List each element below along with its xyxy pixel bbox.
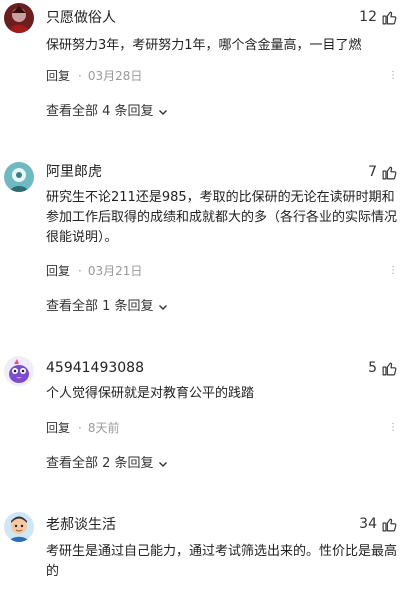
comment-time: 8天前 bbox=[87, 421, 120, 435]
meta-separator: · bbox=[78, 421, 82, 435]
comment-meta: 回复 · 03月28日 bbox=[46, 68, 142, 84]
comment-item: 只愿做俗人 12 保研努力3年，考研努力1年，哪个含金量高，一目了燃 回复 · … bbox=[0, 0, 416, 130]
like-count: 34 bbox=[359, 516, 377, 532]
avatar-cartoon-bird-icon bbox=[4, 356, 34, 386]
view-all-replies-button[interactable]: 查看全部 4 条回复 bbox=[46, 104, 169, 120]
comment-username[interactable]: 老郝谈生活 bbox=[46, 516, 116, 534]
thumbs-up-icon bbox=[382, 10, 397, 24]
avatar[interactable] bbox=[4, 356, 34, 386]
meta-separator: · bbox=[78, 69, 82, 83]
reply-button[interactable]: 回复 bbox=[46, 420, 70, 436]
thumbs-up-icon bbox=[382, 165, 397, 179]
like-button[interactable]: 5 bbox=[368, 359, 398, 377]
thumbs-up-icon bbox=[382, 517, 397, 531]
avatar[interactable] bbox=[4, 162, 34, 192]
view-all-replies-label: 查看全部 1 条回复 bbox=[46, 299, 154, 314]
comment-text: 考研生是通过自己能力，通过考试筛选出来的。性价比是最高的 bbox=[46, 544, 398, 579]
like-button[interactable]: 34 bbox=[359, 515, 398, 533]
like-count: 5 bbox=[368, 360, 377, 376]
reply-button[interactable]: 回复 bbox=[46, 68, 70, 84]
more-icon[interactable]: ⋮ bbox=[388, 422, 398, 433]
comment-text: 个人觉得保研就是对教育公平的践踏 bbox=[46, 386, 255, 401]
avatar-teal-person-icon bbox=[4, 162, 34, 192]
view-all-replies-button[interactable]: 查看全部 1 条回复 bbox=[46, 299, 169, 315]
avatar-red-figure-icon bbox=[4, 3, 34, 33]
comment-item: 阿里郎虎 7 研究生不论211还是985，考取的比保研的无论在读研时期和参加工作… bbox=[0, 150, 416, 320]
comment-text: 研究生不论211还是985，考取的比保研的无论在读研时期和参加工作后取得的成绩和… bbox=[46, 190, 398, 245]
chevron-down-icon bbox=[158, 462, 167, 467]
comment-item: 45941493088 5 个人觉得保研就是对教育公平的践踏 回复 · 8天前 … bbox=[0, 346, 416, 476]
chevron-down-icon bbox=[158, 110, 167, 115]
like-count: 7 bbox=[368, 164, 377, 180]
reply-button[interactable]: 回复 bbox=[46, 263, 70, 279]
more-icon[interactable]: ⋮ bbox=[388, 265, 398, 276]
view-all-replies-label: 查看全部 2 条回复 bbox=[46, 456, 154, 471]
view-all-replies-label: 查看全部 4 条回复 bbox=[46, 104, 154, 119]
avatar-cartoon-man-icon bbox=[4, 512, 34, 542]
comment-item: 老郝谈生活 34 考研生是通过自己能力，通过考试筛选出来的。性价比是最高的 bbox=[0, 508, 416, 590]
comment-time: 03月28日 bbox=[87, 69, 143, 83]
thumbs-up-icon bbox=[382, 361, 397, 375]
like-button[interactable]: 12 bbox=[359, 8, 398, 26]
like-button[interactable]: 7 bbox=[368, 163, 398, 181]
comment-username[interactable]: 阿里郎虎 bbox=[46, 163, 102, 181]
meta-separator: · bbox=[78, 264, 82, 278]
more-icon[interactable]: ⋮ bbox=[388, 70, 398, 81]
comment-time: 03月21日 bbox=[87, 264, 143, 278]
like-count: 12 bbox=[359, 9, 377, 25]
avatar[interactable] bbox=[4, 3, 34, 33]
chevron-down-icon bbox=[158, 305, 167, 310]
avatar[interactable] bbox=[4, 512, 34, 542]
view-all-replies-button[interactable]: 查看全部 2 条回复 bbox=[46, 456, 169, 472]
comment-text: 保研努力3年，考研努力1年，哪个含金量高，一目了燃 bbox=[46, 38, 362, 53]
comment-meta: 回复 · 8天前 bbox=[46, 420, 119, 436]
comment-username[interactable]: 45941493088 bbox=[46, 359, 144, 377]
comment-username[interactable]: 只愿做俗人 bbox=[46, 9, 116, 27]
comment-meta: 回复 · 03月21日 bbox=[46, 263, 142, 279]
